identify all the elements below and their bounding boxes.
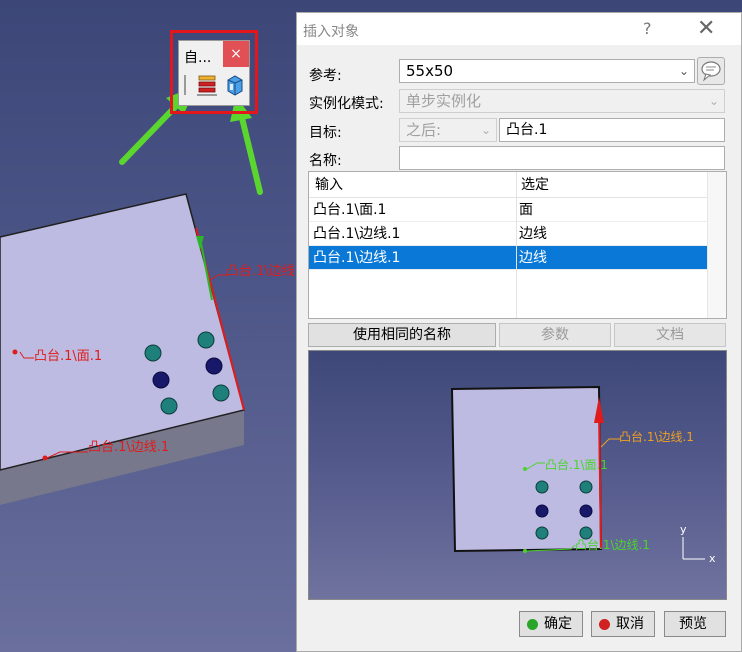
hole <box>205 357 223 375</box>
axis-y-label: y <box>680 523 687 536</box>
face-label: 凸台.1\面.1 <box>34 349 102 364</box>
instantiation-mode-combo[interactable]: 单步实例化 ⌄ <box>399 89 725 113</box>
reference-value: 55x50 <box>406 62 454 80</box>
row-selected: 边线 <box>519 250 547 266</box>
hole <box>152 371 170 389</box>
hole <box>579 480 593 494</box>
cancel-button[interactable]: 取消 <box>591 611 655 637</box>
reference-label: 参考: <box>309 68 342 84</box>
edge-marker <box>42 455 48 461</box>
hole <box>144 344 162 362</box>
toolbar-close-button[interactable]: × <box>223 41 249 67</box>
hole <box>160 397 178 415</box>
dialog-titlebar[interactable]: 插入对象 ? ✕ <box>297 13 741 45</box>
preview-label: 预览 <box>679 616 707 632</box>
target-value: 凸台.1 <box>506 122 548 138</box>
reference-combo[interactable]: 55x50 ⌄ <box>399 59 695 83</box>
hole <box>535 480 549 494</box>
target-field[interactable]: 凸台.1 <box>499 118 725 142</box>
ok-label: 确定 <box>544 616 572 632</box>
ok-icon <box>527 619 538 630</box>
column-header-input[interactable]: 输入 <box>315 173 343 197</box>
hole <box>197 331 215 349</box>
chevron-down-icon: ⌄ <box>480 123 491 137</box>
ok-button[interactable]: 确定 <box>519 611 583 637</box>
toolbar-grip[interactable] <box>184 75 186 95</box>
use-same-name-button[interactable]: 使用相同的名称 <box>308 323 496 347</box>
help-button[interactable]: ? <box>643 19 652 38</box>
edge-label-bottom: 凸台.1\边线.1 <box>88 440 169 455</box>
target-position-value: 之后: <box>406 121 442 139</box>
hole <box>579 504 593 518</box>
cancel-label: 取消 <box>616 616 644 632</box>
chevron-down-icon: ⌄ <box>708 94 719 108</box>
preview-button[interactable]: 预览 <box>664 611 726 637</box>
floating-toolbar: 自... × <box>178 40 250 106</box>
axis-x-label: x <box>709 552 716 565</box>
hole <box>212 384 230 402</box>
name-label: 名称: <box>309 153 342 169</box>
column-header-selected[interactable]: 选定 <box>521 173 549 197</box>
documents-button[interactable]: 文档 <box>614 323 726 347</box>
preview-edge-label-right: 凸台.1\边线.1 <box>619 429 694 444</box>
hole <box>535 526 549 540</box>
hole <box>535 504 549 518</box>
preview-edge-marker <box>523 549 527 553</box>
guide-arrow-right <box>239 115 263 195</box>
cancel-icon <box>599 619 610 630</box>
target-label: 目标: <box>309 125 342 141</box>
dialog-title: 插入对象 <box>303 24 359 40</box>
row-selected: 面 <box>519 202 533 218</box>
speech-bubble-icon <box>701 61 721 82</box>
dialog-close-button[interactable]: ✕ <box>697 16 715 41</box>
floating-toolbar-highlight: 自... × <box>170 30 258 114</box>
instantiation-mode-value: 单步实例化 <box>406 92 482 110</box>
preview-viewport[interactable]: 凸台.1\边线.1 凸台.1\面.1 凸台.1\边线.1 y x <box>308 350 727 600</box>
face-marker <box>12 349 18 355</box>
name-field[interactable] <box>399 146 725 170</box>
column-separator <box>516 172 517 318</box>
insert-object-dialog: 插入对象 ? ✕ 参考: 55x50 ⌄ 实例化模式: 单步实例化 ⌄ 目标: … <box>296 12 742 652</box>
table-row[interactable]: 凸台.1\面.1 面 <box>309 198 709 222</box>
instantiate-icon[interactable] <box>197 74 217 96</box>
row-input: 凸台.1\边线.1 <box>313 250 401 266</box>
edge-label-right: 凸台.1\边线 <box>226 264 295 279</box>
table-row-selected[interactable]: 凸台.1\边线.1 边线 <box>309 246 709 270</box>
preview-edge-label-bottom: 凸台.1\边线.1 <box>575 537 650 552</box>
instantiation-mode-label: 实例化模式: <box>309 96 384 112</box>
table-header: 输入 选定 <box>309 172 726 198</box>
row-selected: 边线 <box>519 226 547 242</box>
table-row[interactable]: 凸台.1\边线.1 边线 <box>309 222 709 246</box>
preview-edge-leader <box>600 438 621 448</box>
preview-face-label: 凸台.1\面.1 <box>545 457 608 472</box>
chevron-down-icon: ⌄ <box>678 64 689 78</box>
inputs-table[interactable]: 输入 选定 凸台.1\面.1 面 凸台.1\边线.1 边线 凸台.1\边线.1 … <box>308 171 727 319</box>
vertical-scrollbar[interactable] <box>707 172 726 318</box>
row-input: 凸台.1\边线.1 <box>313 226 401 242</box>
toolbar-title: 自... <box>184 50 212 66</box>
preview-face-marker <box>523 467 527 471</box>
row-input: 凸台.1\面.1 <box>313 202 387 218</box>
target-position-combo[interactable]: 之后: ⌄ <box>399 118 497 142</box>
parameters-button[interactable]: 参数 <box>499 323 611 347</box>
speech-bubble-button[interactable] <box>697 57 725 85</box>
catalog-icon[interactable] <box>225 74 245 96</box>
